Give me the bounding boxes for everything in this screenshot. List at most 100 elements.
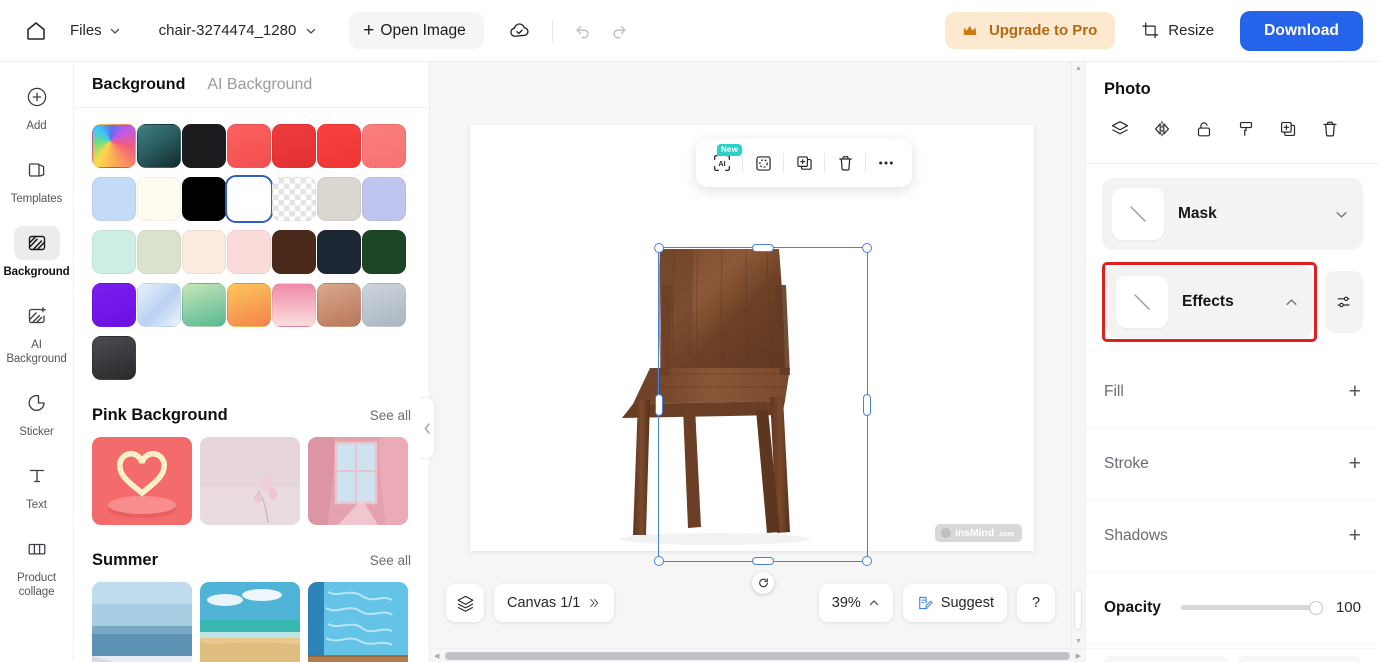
open-image-button[interactable]: + Open Image (349, 12, 484, 49)
canvas-pages-button[interactable]: Canvas 1/1 (494, 584, 615, 622)
swatch-near-black[interactable] (182, 124, 226, 168)
swatch-sage[interactable] (137, 230, 181, 274)
sidebar-item-text[interactable]: Text (6, 453, 68, 520)
sidebar-item-add[interactable]: Add (6, 74, 68, 141)
see-all-link[interactable]: See all (370, 553, 411, 568)
swatch-navy-charcoal[interactable] (317, 230, 361, 274)
resize-handle-left[interactable] (655, 393, 663, 416)
partial-button-right[interactable] (1237, 656, 1361, 662)
effects-adjust-button[interactable] (1325, 271, 1363, 333)
thumb-pink-flower-minimal[interactable] (200, 437, 300, 525)
delete-button[interactable] (1310, 111, 1350, 147)
unlock-button[interactable] (1184, 111, 1224, 147)
scroll-left-icon[interactable]: ◀ (434, 649, 439, 662)
resize-handle-top-right[interactable] (862, 243, 872, 253)
swatch-pink-gradient[interactable] (272, 283, 316, 327)
swatch-blue-white-gradient[interactable] (137, 283, 181, 327)
delete-tool-button[interactable] (825, 145, 865, 181)
thumb-calm-sea-horizon[interactable] (92, 582, 192, 662)
tab-ai-background[interactable]: AI Background (207, 76, 312, 94)
swatch-coral-red[interactable] (227, 124, 271, 168)
paint-format-button[interactable] (1226, 111, 1266, 147)
thumb-pool-water-deck[interactable] (308, 582, 408, 662)
thumb-beach-sand-waves[interactable] (200, 582, 300, 662)
swatch-black[interactable] (182, 177, 226, 221)
canvas-stage[interactable]: AI New insMind .com ▲ ▼ Canvas 1/1 39% S… (430, 62, 1085, 648)
sidebar-item-templates[interactable]: Templates (6, 147, 68, 214)
swatch-cream-peach[interactable] (182, 230, 226, 274)
horizontal-scroll-thumb[interactable] (445, 651, 1070, 660)
canvas-area[interactable]: AI New insMind .com ▲ ▼ Canvas 1/1 39% S… (430, 62, 1085, 662)
suggest-button[interactable]: Suggest (902, 584, 1007, 622)
canvas-horizontal-scrollbar[interactable]: ◀ ▶ (430, 648, 1085, 662)
resize-handle-top-left[interactable] (654, 243, 664, 253)
add-shadow-button[interactable]: + (1349, 525, 1361, 546)
undo-button[interactable] (565, 13, 601, 49)
sidebar-item-ai-background[interactable]: AI Background (6, 293, 68, 374)
opacity-slider-knob[interactable] (1309, 600, 1323, 615)
tab-background[interactable]: Background (92, 76, 185, 94)
swatch-baby-pink[interactable] (227, 230, 271, 274)
vertical-scroll-thumb[interactable] (1074, 590, 1082, 630)
chevron-down-icon[interactable] (1334, 207, 1349, 222)
swatch-ivory[interactable] (137, 177, 181, 221)
selection-box[interactable] (654, 243, 872, 594)
more-tool-button[interactable] (866, 145, 906, 181)
swatch-bright-red[interactable] (317, 124, 361, 168)
thumb-pink-curtain-window[interactable] (308, 437, 408, 525)
swatch-mint[interactable] (92, 230, 136, 274)
swatch-light-blue[interactable] (92, 177, 136, 221)
canvas-vertical-scrollbar[interactable]: ▲ ▼ (1071, 62, 1085, 648)
swatch-silver-blue[interactable] (362, 283, 406, 327)
swatch-transparent[interactable] (272, 177, 316, 221)
files-menu[interactable]: Files (58, 14, 133, 47)
redo-button[interactable] (601, 13, 637, 49)
add-fill-button[interactable]: + (1349, 381, 1361, 402)
chevron-up-icon[interactable] (1284, 295, 1299, 310)
fill-row[interactable]: Fill + (1086, 356, 1379, 428)
resize-handle-right[interactable] (863, 393, 871, 416)
cloud-save-button[interactable] (500, 11, 540, 51)
resize-button[interactable]: Resize (1127, 11, 1228, 50)
zoom-level-button[interactable]: 39% (818, 584, 893, 622)
swatch-strong-red[interactable] (272, 124, 316, 168)
swatch-teal-dark-gradient[interactable] (137, 124, 181, 168)
swatch-green-gradient[interactable] (182, 283, 226, 327)
sidebar-item-background[interactable]: Background (3, 220, 70, 287)
cutout-tool-button[interactable] (743, 145, 783, 181)
home-button[interactable] (14, 9, 58, 53)
duplicate-tool-button[interactable] (784, 145, 824, 181)
resize-handle-bottom-right[interactable] (862, 556, 872, 566)
thumb-pink-heart-lights[interactable] (92, 437, 192, 525)
filename-menu[interactable]: chair-3274474_1280 (147, 14, 330, 47)
shadows-row[interactable]: Shadows + (1086, 500, 1379, 572)
scroll-right-icon[interactable]: ▶ (1076, 649, 1081, 662)
scroll-down-icon[interactable]: ▼ (1075, 635, 1082, 648)
see-all-link[interactable]: See all (370, 408, 411, 423)
rotate-handle[interactable] (752, 572, 774, 594)
swatch-salmon-pink[interactable] (362, 124, 406, 168)
stroke-row[interactable]: Stroke + (1086, 428, 1379, 500)
resize-handle-bottom-left[interactable] (654, 556, 664, 566)
artboard[interactable]: AI New insMind .com (470, 125, 1034, 594)
flip-button[interactable] (1142, 111, 1182, 147)
swatch-periwinkle[interactable] (362, 177, 406, 221)
layers-button[interactable] (446, 584, 484, 622)
scroll-up-icon[interactable]: ▲ (1075, 62, 1082, 75)
swatch-rainbow-gradient[interactable] (92, 124, 136, 168)
sidebar-item-product-collage[interactable]: Product collage (6, 526, 68, 607)
mask-row[interactable]: Mask (1102, 178, 1363, 250)
swatch-orange-gradient[interactable] (227, 283, 271, 327)
duplicate-button[interactable] (1268, 111, 1308, 147)
ai-tool-button[interactable]: AI New (702, 144, 742, 181)
download-button[interactable]: Download (1240, 10, 1363, 51)
partial-button-left[interactable] (1104, 656, 1228, 662)
swatch-warm-grey[interactable] (317, 177, 361, 221)
swatch-forest-green[interactable] (362, 230, 406, 274)
help-button[interactable]: ? (1017, 584, 1055, 622)
sidebar-item-sticker[interactable]: Sticker (6, 380, 68, 447)
swatch-dark-brown[interactable] (272, 230, 316, 274)
resize-handle-bottom[interactable] (752, 557, 774, 565)
add-stroke-button[interactable]: + (1349, 453, 1361, 474)
layers-button[interactable] (1100, 111, 1140, 147)
